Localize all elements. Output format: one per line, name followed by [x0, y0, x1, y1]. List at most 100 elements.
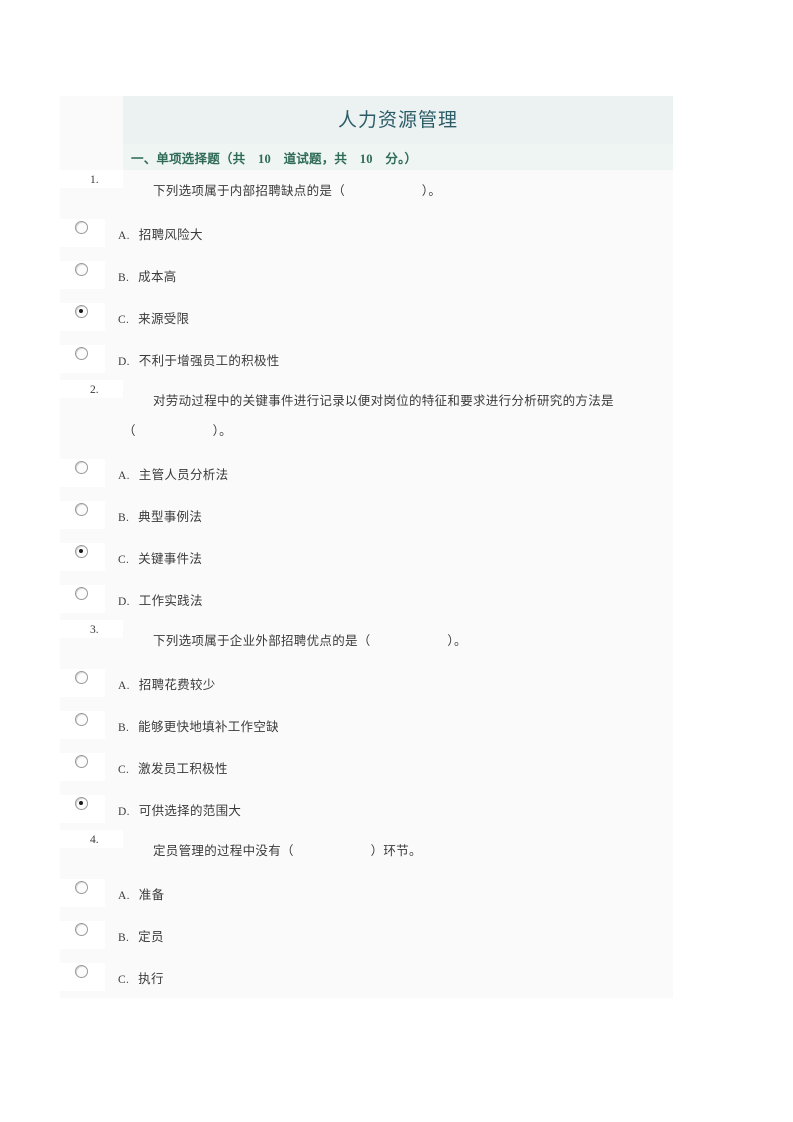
- option-letter: D.: [118, 355, 130, 368]
- option-label[interactable]: D. 不利于增强员工的积极性: [105, 350, 280, 369]
- radio-button-selected-icon[interactable]: [75, 305, 88, 318]
- question-block-4: 4. 定员管理的过程中没有（ ）环节。 A. 准备 B. 定员 C. 执行: [60, 830, 673, 998]
- option-label[interactable]: B. 能够更快地填补工作空缺: [105, 716, 279, 735]
- question-text-line2: （ ）。: [123, 424, 232, 438]
- options-group: A. 主管人员分析法 B. 典型事例法 C. 关键事件法 D. 工作实践法: [60, 452, 673, 620]
- option-row-1-C[interactable]: C. 来源受限: [60, 296, 673, 338]
- radio-cell[interactable]: [60, 543, 105, 571]
- option-label[interactable]: B. 定员: [105, 926, 164, 945]
- radio-button-icon[interactable]: [75, 263, 88, 276]
- option-row-3-B[interactable]: B. 能够更快地填补工作空缺: [60, 704, 673, 746]
- radio-button-icon[interactable]: [75, 587, 88, 600]
- radio-button-icon[interactable]: [75, 347, 88, 360]
- question-number-row: 3. 下列选项属于企业外部招聘优点的是（ ）。: [60, 620, 673, 662]
- option-row-3-D[interactable]: D. 可供选择的范围大: [60, 788, 673, 830]
- title-banner: 人力资源管理: [123, 96, 673, 144]
- option-row-4-C[interactable]: C. 执行: [60, 956, 673, 998]
- option-row-1-B[interactable]: B. 成本高: [60, 254, 673, 296]
- option-row-2-C[interactable]: C. 关键事件法: [60, 536, 673, 578]
- option-text: 准备: [138, 887, 165, 902]
- option-text: 关键事件法: [138, 551, 203, 566]
- questions-container: 1. 下列选项属于内部招聘缺点的是（ ）。 A. 招聘风险大 B. 成本高 C. 来源…: [60, 170, 673, 998]
- question-number: 2.: [60, 380, 123, 398]
- question-block-3: 3. 下列选项属于企业外部招聘优点的是（ ）。 A. 招聘花费较少 B. 能够更快地…: [60, 620, 673, 830]
- option-row-4-A[interactable]: A. 准备: [60, 872, 673, 914]
- radio-cell[interactable]: [60, 921, 105, 949]
- radio-button-selected-icon[interactable]: [75, 545, 88, 558]
- question-number-row: 1. 下列选项属于内部招聘缺点的是（ ）。: [60, 170, 673, 212]
- radio-cell[interactable]: [60, 501, 105, 529]
- option-row-1-D[interactable]: D. 不利于增强员工的积极性: [60, 338, 673, 380]
- question-text: 对劳动过程中的关键事件进行记录以便对岗位的特征和要求进行分析研究的方法是（ ）。: [123, 380, 673, 452]
- radio-button-icon[interactable]: [75, 755, 88, 768]
- option-label[interactable]: A. 准备: [105, 884, 164, 903]
- radio-cell[interactable]: [60, 753, 105, 781]
- option-letter: B.: [118, 721, 130, 734]
- option-text: 执行: [138, 971, 164, 986]
- option-letter: D.: [118, 595, 130, 608]
- radio-button-icon[interactable]: [75, 923, 88, 936]
- option-label[interactable]: D. 工作实践法: [105, 590, 203, 609]
- radio-cell[interactable]: [60, 303, 105, 331]
- option-label[interactable]: A. 主管人员分析法: [105, 464, 228, 483]
- option-row-4-B[interactable]: B. 定员: [60, 914, 673, 956]
- radio-button-icon[interactable]: [75, 881, 88, 894]
- option-label[interactable]: B. 典型事例法: [105, 506, 202, 525]
- options-group: A. 招聘风险大 B. 成本高 C. 来源受限 D. 不利于增强员工的积极性: [60, 212, 673, 380]
- option-label[interactable]: B. 成本高: [105, 266, 177, 285]
- radio-cell[interactable]: [60, 669, 105, 697]
- radio-button-icon[interactable]: [75, 461, 88, 474]
- option-text: 不利于增强员工的积极性: [138, 353, 280, 368]
- radio-cell[interactable]: [60, 261, 105, 289]
- question-number: 4.: [60, 830, 123, 848]
- option-text: 能够更快地填补工作空缺: [138, 719, 279, 734]
- radio-button-icon[interactable]: [75, 221, 88, 234]
- option-letter: A.: [118, 679, 130, 692]
- question-text: 下列选项属于内部招聘缺点的是（ ）。: [153, 184, 442, 198]
- option-letter: D.: [118, 805, 130, 818]
- radio-button-icon[interactable]: [75, 713, 88, 726]
- option-row-3-A[interactable]: A. 招聘花费较少: [60, 662, 673, 704]
- option-letter: A.: [118, 229, 130, 242]
- exam-sheet: 人力资源管理 一、单项选择题（共 10 道试题，共 10 分。） 1. 下列选项…: [60, 96, 673, 998]
- radio-button-selected-icon[interactable]: [75, 797, 88, 810]
- radio-button-icon[interactable]: [75, 503, 88, 516]
- option-label[interactable]: C. 执行: [105, 968, 164, 987]
- question-text: 定员管理的过程中没有（ ）环节。: [153, 844, 422, 858]
- option-label[interactable]: D. 可供选择的范围大: [105, 800, 241, 819]
- radio-button-icon[interactable]: [75, 671, 88, 684]
- option-label[interactable]: C. 来源受限: [105, 308, 189, 327]
- option-row-2-A[interactable]: A. 主管人员分析法: [60, 452, 673, 494]
- page-title: 人力资源管理: [337, 109, 458, 131]
- radio-cell[interactable]: [60, 711, 105, 739]
- option-text: 招聘风险大: [138, 227, 203, 242]
- exam-page: 人力资源管理 一、单项选择题（共 10 道试题，共 10 分。） 1. 下列选项…: [0, 0, 793, 1122]
- option-letter: C.: [118, 763, 130, 776]
- option-label[interactable]: A. 招聘风险大: [105, 224, 203, 243]
- option-text: 成本高: [138, 269, 177, 284]
- question-text: 下列选项属于企业外部招聘优点的是（ ）。: [153, 634, 467, 648]
- option-label[interactable]: C. 激发员工积极性: [105, 758, 228, 777]
- option-row-3-C[interactable]: C. 激发员工积极性: [60, 746, 673, 788]
- option-label[interactable]: C. 关键事件法: [105, 548, 202, 567]
- option-row-2-D[interactable]: D. 工作实践法: [60, 578, 673, 620]
- question-block-1: 1. 下列选项属于内部招聘缺点的是（ ）。 A. 招聘风险大 B. 成本高 C. 来源…: [60, 170, 673, 380]
- radio-cell[interactable]: [60, 963, 105, 991]
- radio-cell[interactable]: [60, 345, 105, 373]
- radio-cell[interactable]: [60, 795, 105, 823]
- option-row-2-B[interactable]: B. 典型事例法: [60, 494, 673, 536]
- option-text: 主管人员分析法: [138, 467, 229, 482]
- section-header-strip: 一、单项选择题（共 10 道试题，共 10 分。）: [123, 144, 673, 170]
- radio-cell[interactable]: [60, 459, 105, 487]
- option-row-1-A[interactable]: A. 招聘风险大: [60, 212, 673, 254]
- radio-button-icon[interactable]: [75, 965, 88, 978]
- radio-cell[interactable]: [60, 219, 105, 247]
- option-letter: B.: [118, 931, 130, 944]
- option-letter: B.: [118, 511, 130, 524]
- option-label[interactable]: A. 招聘花费较少: [105, 674, 216, 693]
- option-text: 定员: [138, 929, 164, 944]
- section-title: 一、单项选择题（共 10 道试题，共 10 分。）: [131, 151, 418, 166]
- radio-cell[interactable]: [60, 879, 105, 907]
- radio-cell[interactable]: [60, 585, 105, 613]
- options-group: A. 准备 B. 定员 C. 执行: [60, 872, 673, 998]
